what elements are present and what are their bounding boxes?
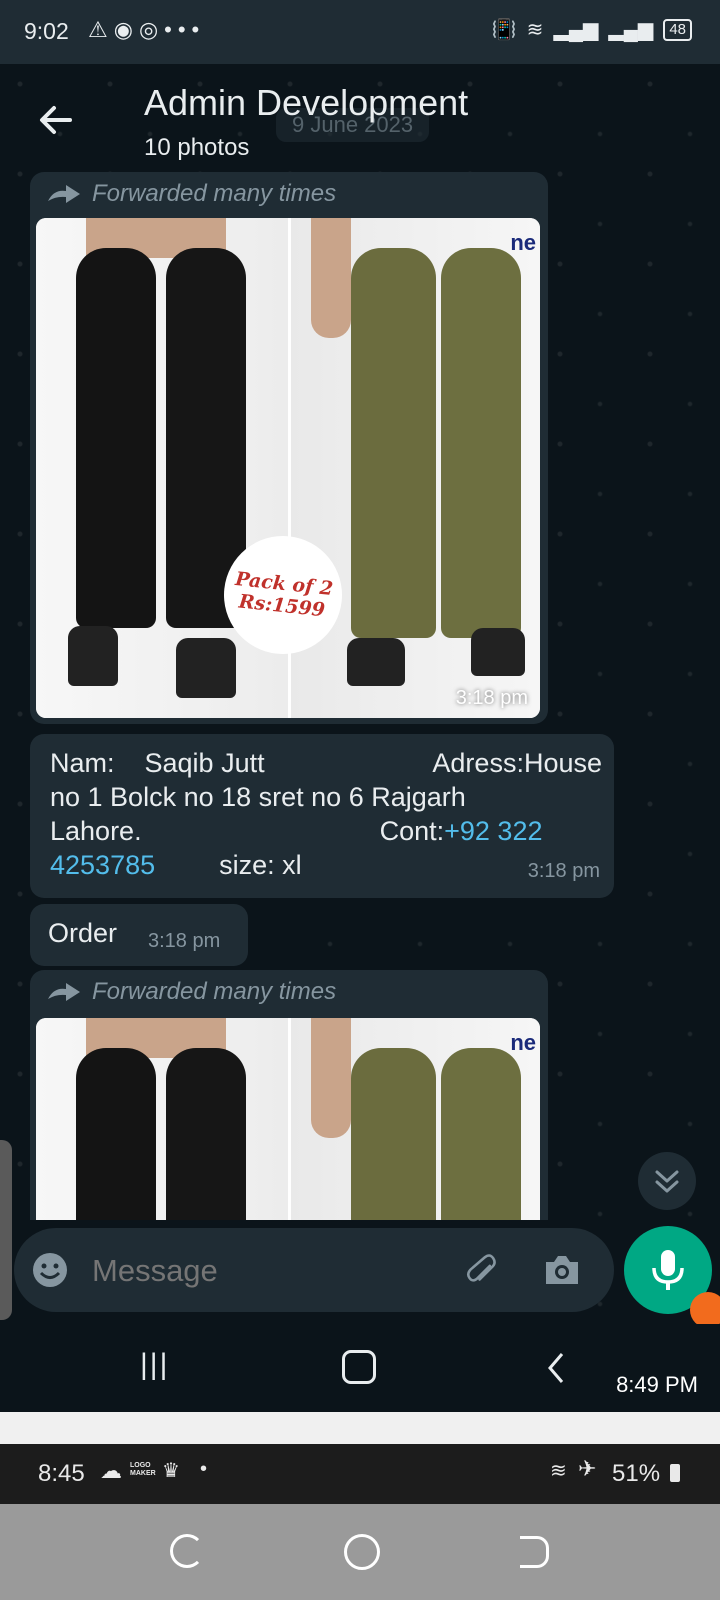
floating-app-icon[interactable] (690, 1292, 720, 1328)
wifi-icon: ≋ (550, 1460, 567, 1482)
olive-pants-image: ne (288, 218, 540, 718)
chat-header: 9 June 2023 Admin Development 10 photos (0, 64, 720, 176)
order-text: Order (48, 918, 118, 948)
battery-icon (670, 1464, 680, 1482)
message-time: 3:18 pm (148, 930, 221, 952)
attach-icon[interactable] (464, 1250, 504, 1290)
more-notifications-icon: ••• (164, 17, 206, 42)
cloud-icon: ☁ (100, 1458, 122, 1483)
home-button-icon[interactable] (344, 1534, 380, 1570)
messenger-icon: ◉ (113, 17, 139, 42)
vibrate-icon: 📳 (491, 19, 517, 41)
message-time: 3:18 pm (455, 687, 528, 709)
forwarded-icon (48, 185, 80, 203)
phone-link-cont[interactable]: 4253785 (50, 848, 155, 882)
product-photo-2[interactable]: ne (36, 1018, 540, 1220)
device-status-bar: 8:45 ☁ LOGO MAKER ♛ • ≋ ✈ 51% (0, 1444, 720, 1504)
scroll-down-button[interactable] (638, 1152, 696, 1210)
airplane-icon: ✈ (578, 1456, 597, 1481)
order-message[interactable]: Order 3:18 pm (30, 904, 248, 966)
phone-link[interactable]: +92 322 (444, 814, 542, 848)
status-time: 9:02 (24, 18, 69, 44)
name-text: Nam: Saqib Jutt (50, 748, 265, 778)
device-navigation-bar (0, 1504, 720, 1600)
forwarded-icon (48, 983, 80, 1001)
double-chevron-down-icon (655, 1170, 679, 1193)
imo-icon: ◎ (138, 17, 165, 42)
recent-apps-icon[interactable]: ||| (140, 1348, 169, 1382)
logo-maker-icon: LOGO MAKER (130, 1462, 156, 1477)
chat-subtitle: 10 photos (144, 134, 250, 161)
camera-icon[interactable] (542, 1252, 582, 1288)
battery-icon: 48 (663, 18, 692, 41)
navigation-bar: ||| 8:49 PM (0, 1324, 720, 1412)
signal-icon-2: ▂▄▆ (608, 19, 654, 41)
forwarded-label: Forwarded many times (46, 180, 336, 208)
image-message-2[interactable]: Forwarded many times ne (30, 970, 548, 1220)
city-text: Lahore. (50, 816, 142, 846)
alert-icon: ⚠ (88, 17, 114, 42)
brand-text: ne (510, 1030, 536, 1055)
signal-icon: ▂▄▆ (553, 19, 599, 41)
emoji-icon[interactable] (30, 1250, 70, 1290)
back-arrow-icon[interactable] (36, 100, 76, 140)
address-label: Adress:House (432, 748, 602, 778)
rotate-icon[interactable] (170, 1534, 204, 1568)
wifi-icon: ≋ (526, 19, 544, 41)
chat-title[interactable]: Admin Development (144, 82, 468, 124)
message-time: 3:18 pm (527, 860, 600, 882)
message-input[interactable] (90, 1246, 434, 1296)
address-text: no 1 Bolck no 18 sret no 6 Rajgarh (50, 782, 466, 812)
system-icons: 📳 ≋ ▂▄▆ ▂▄▆ 48 (492, 17, 692, 42)
size-text: size: xl (219, 850, 302, 880)
contact-label: Cont: (379, 816, 445, 846)
black-pants-image (36, 1018, 288, 1220)
notification-icons: ⚠◉◎••• (88, 17, 205, 43)
battery-percent: 51% (612, 1460, 661, 1487)
back-icon[interactable] (546, 1352, 566, 1384)
overlay-time: 8:49 PM (616, 1372, 698, 1397)
home-icon[interactable] (342, 1350, 376, 1384)
status-bar: 9:02 ⚠◉◎••• 📳 ≋ ▂▄▆ ▂▄▆ 48 (0, 0, 720, 64)
back-button-icon[interactable] (520, 1536, 549, 1568)
crown-icon: ♛ (162, 1460, 180, 1482)
product-photo[interactable]: ne Pack of 2 Rs:1599 3:18 pm (36, 218, 540, 718)
text-message[interactable]: Nam: Saqib Jutt Adress:House no 1 Bolck … (30, 734, 614, 898)
image-message[interactable]: Forwarded many times ne Pack of 2 Rs:159… (30, 172, 548, 724)
forwarded-label: Forwarded many times (46, 978, 336, 1006)
screenshot-divider (0, 1412, 720, 1444)
brand-text: ne (510, 230, 536, 255)
dot-icon: • (200, 1458, 208, 1480)
device-time: 8:45 (38, 1460, 85, 1487)
olive-pants-image: ne (288, 1018, 540, 1220)
edge-panel-handle[interactable] (0, 1140, 12, 1320)
message-input-bar (14, 1228, 614, 1312)
